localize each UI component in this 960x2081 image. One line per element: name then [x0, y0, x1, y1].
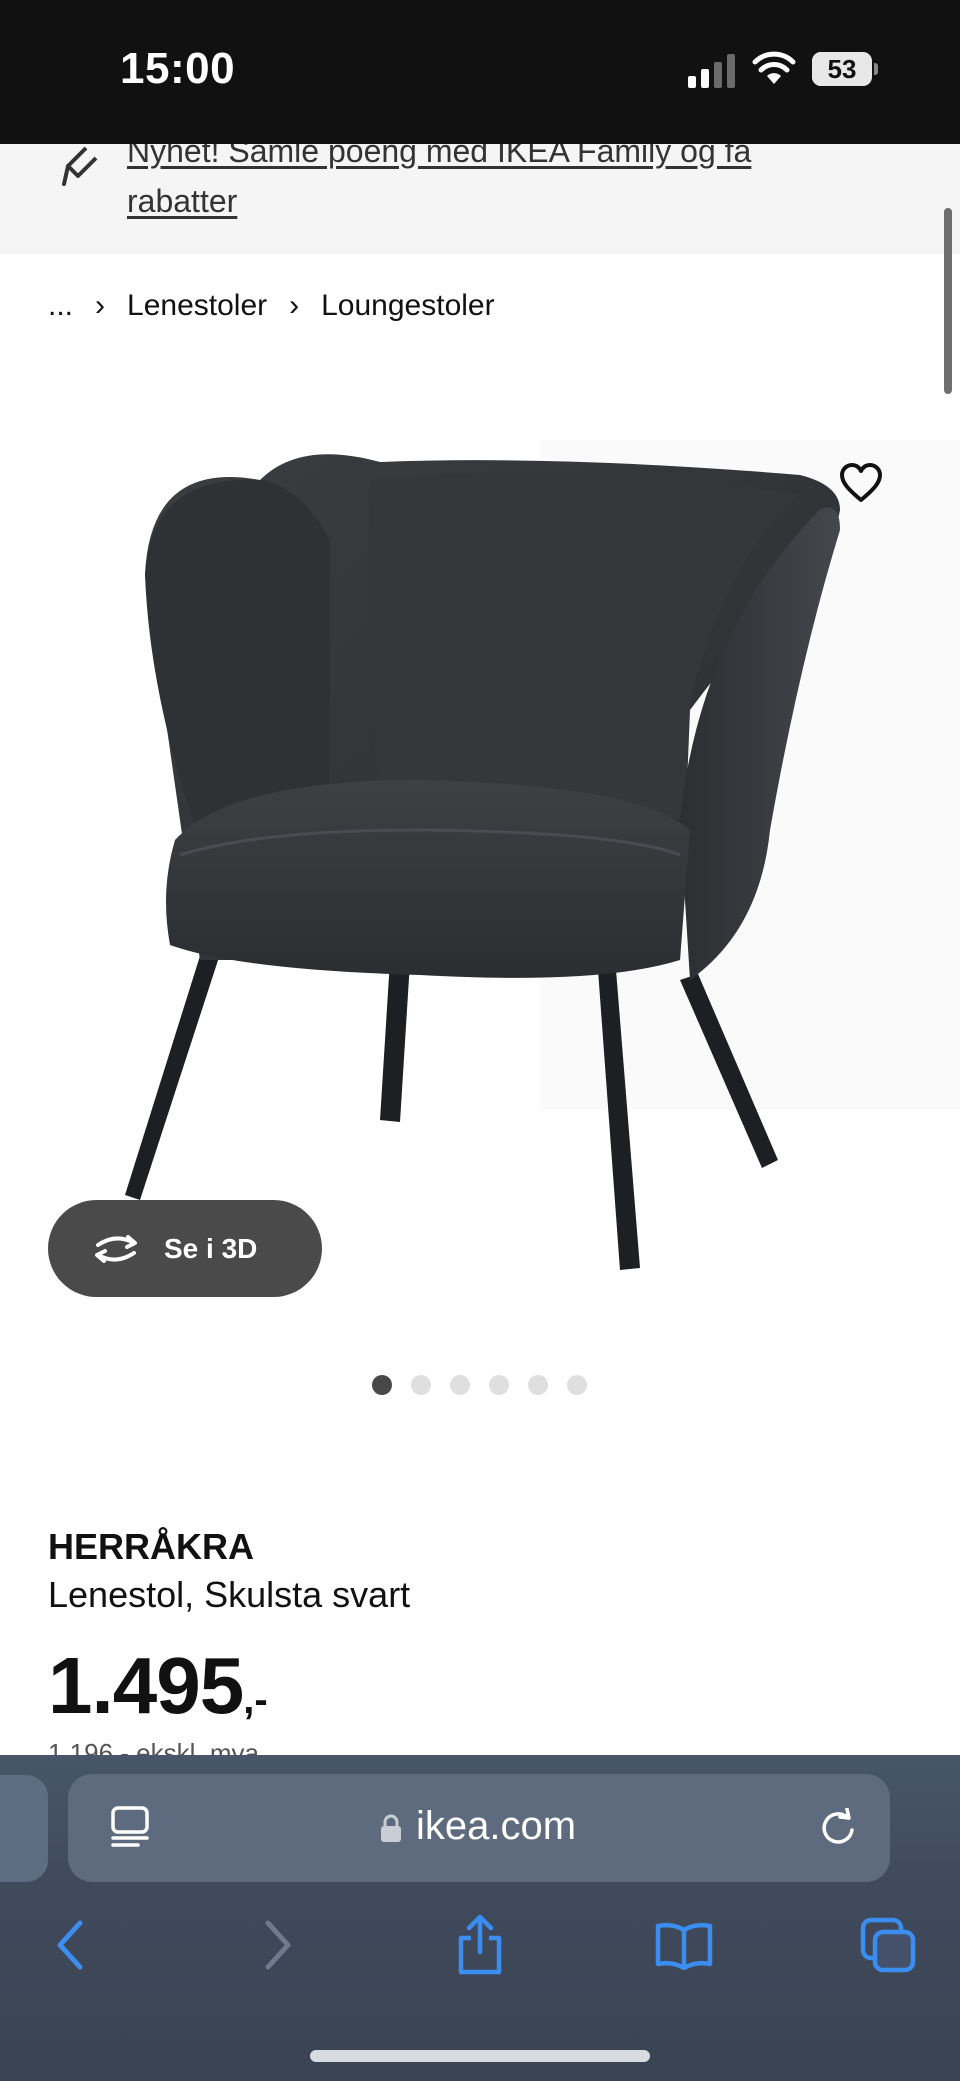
bookmarks-button[interactable] [654, 1914, 714, 1976]
price-suffix: ,- [243, 1678, 268, 1722]
url-text[interactable]: ikea.com [416, 1804, 576, 1849]
view-3d-button[interactable]: Se i 3D [48, 1200, 322, 1297]
carousel-dot[interactable] [450, 1375, 470, 1395]
carousel-dot[interactable] [528, 1375, 548, 1395]
product-description: Lenestol, Skulsta svart [48, 1574, 411, 1615]
battery-level: 53 [827, 54, 857, 84]
signal-icon [688, 54, 735, 88]
status-time: 15:00 [120, 44, 236, 93]
back-icon [57, 1920, 83, 1970]
breadcrumb-item-lenestoler[interactable]: Lenestoler [127, 289, 267, 323]
battery-body: 53 [812, 52, 872, 86]
breadcrumb-ellipsis[interactable]: ... [48, 289, 73, 323]
lock-icon [381, 1814, 401, 1842]
product-price: 1.495 ,- [48, 1640, 268, 1730]
scroll-indicator[interactable] [944, 208, 952, 394]
status-bar: 15:00 53 [0, 0, 960, 144]
tag-icon [62, 146, 98, 186]
breadcrumb-item-loungestoler[interactable]: Loungestoler [321, 289, 494, 323]
breadcrumb-separator: › [289, 289, 300, 322]
price-amount: 1.495 [48, 1641, 244, 1730]
heart-icon [840, 463, 882, 502]
previous-tab-preview[interactable] [0, 1775, 48, 1882]
carousel-dot[interactable] [489, 1375, 509, 1395]
battery-tip [874, 63, 878, 75]
breadcrumb-separator: › [95, 289, 106, 322]
bookmarks-icon [655, 1922, 713, 1970]
promo-banner[interactable]: Nyhet! Samle poeng med IKEA Family og få… [0, 144, 960, 254]
view-3d-label: Se i 3D [164, 1232, 258, 1264]
carousel-dot[interactable] [372, 1375, 392, 1395]
tabs-button[interactable] [858, 1914, 918, 1976]
carousel-dot[interactable] [411, 1375, 431, 1395]
battery-icon: 53 [812, 52, 878, 86]
home-indicator [310, 2050, 650, 2062]
carousel-dot[interactable] [567, 1375, 587, 1395]
forward-button[interactable] [248, 1914, 308, 1976]
breadcrumb: ... › Lenestoler › Loungestoler [48, 284, 495, 328]
promo-link[interactable]: Nyhet! Samle poeng med IKEA Family og få… [127, 144, 847, 226]
back-button[interactable] [40, 1914, 100, 1976]
armchair-image[interactable] [0, 400, 960, 1300]
reload-icon[interactable] [818, 1808, 858, 1848]
reader-mode-icon[interactable] [110, 1806, 150, 1850]
product-name: HERRÅKRA [48, 1526, 254, 1567]
tabs-icon [860, 1917, 916, 1973]
share-button[interactable] [450, 1914, 510, 1976]
share-icon [458, 1914, 502, 1975]
rotate-3d-icon [95, 1234, 137, 1263]
forward-icon [265, 1920, 291, 1970]
wifi-icon [752, 51, 796, 84]
favorite-button[interactable] [838, 460, 884, 506]
carousel-dots [372, 1375, 587, 1395]
